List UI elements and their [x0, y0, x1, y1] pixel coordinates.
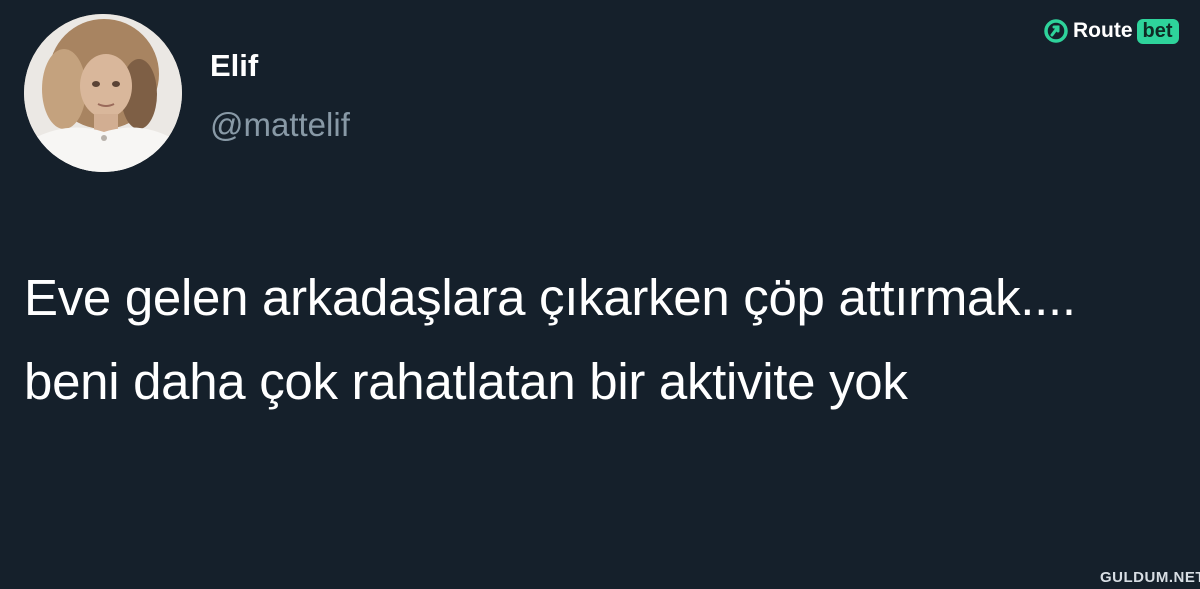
logo-route-text: Route — [1073, 19, 1133, 42]
user-handle[interactable]: @mattelif — [210, 106, 350, 144]
route-logo-icon — [1044, 19, 1068, 43]
avatar[interactable] — [24, 14, 182, 172]
routebet-logo: Route bet — [1043, 18, 1179, 44]
display-name[interactable]: Elif — [210, 48, 258, 84]
logo-bet-badge: bet — [1136, 18, 1179, 44]
tweet-text: Eve gelen arkadaşlara çıkarken çöp attır… — [24, 269, 1076, 410]
avatar-photo — [24, 14, 182, 172]
watermark: GULDUM.NET — [1100, 569, 1200, 586]
